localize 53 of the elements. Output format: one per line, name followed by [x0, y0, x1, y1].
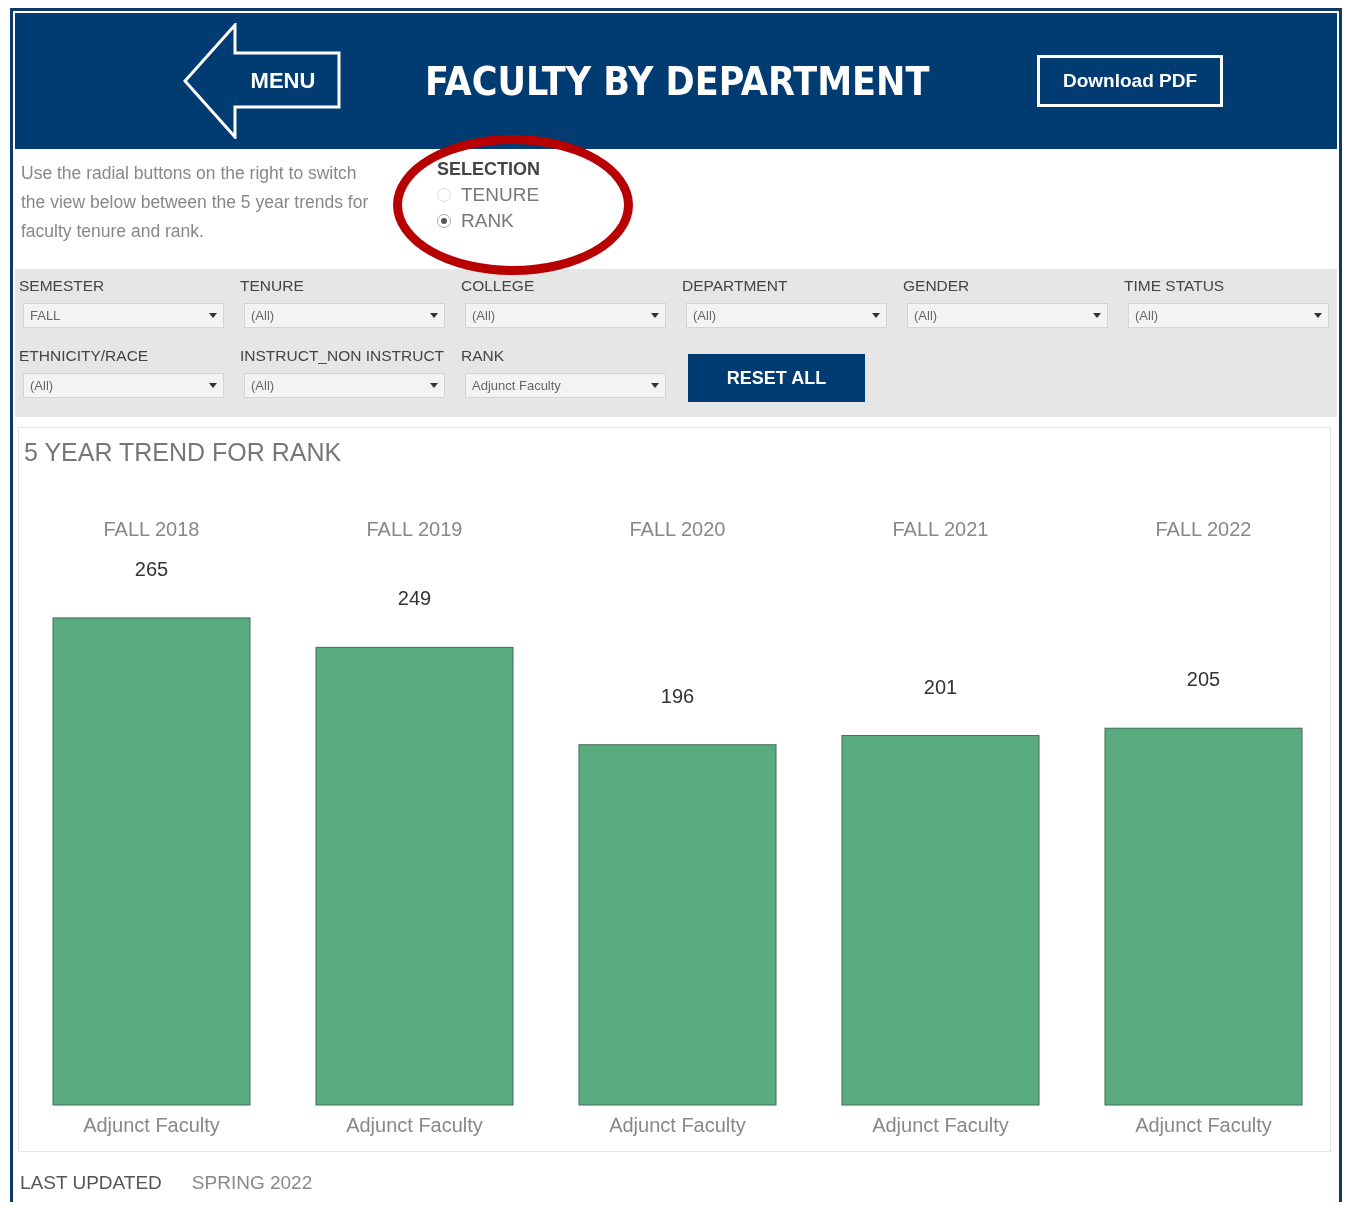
filter-label: SEMESTER — [19, 277, 106, 295]
filter-label: INSTRUCT_NON INSTRUCT — [240, 347, 446, 365]
caret-icon — [651, 383, 659, 388]
value-label: 205 — [1186, 668, 1221, 691]
year-label: FALL 2019 — [366, 518, 463, 540]
radio-option[interactable]: TENURE — [437, 184, 540, 206]
caret-icon — [209, 313, 217, 318]
download-pdf-button[interactable]: Download PDF — [1037, 55, 1223, 107]
filter-dropdown[interactable]: (All) — [907, 303, 1108, 328]
filter-label: ETHNICITY/RACE — [19, 347, 150, 365]
caret-icon — [1093, 313, 1101, 318]
filter-dropdown[interactable]: (All) — [23, 373, 224, 398]
value-label: 201 — [923, 675, 958, 698]
chart-title: 5 YEAR TREND FOR RANK — [24, 438, 343, 468]
page-title: FACULTY BY DEPARTMENT — [425, 58, 930, 104]
last-updated-value: SPRING 2022 — [191, 1172, 313, 1194]
bar-label: Adjunct Faculty — [1135, 1114, 1272, 1136]
filter-dropdown[interactable]: Adjunct Faculty — [465, 373, 666, 398]
value-label: 249 — [397, 587, 432, 610]
filter-label: TIME STATUS — [1124, 277, 1226, 295]
value-label: 265 — [134, 557, 169, 580]
filter-dropdown[interactable]: (All) — [686, 303, 887, 328]
caret-icon — [1314, 313, 1322, 318]
filter-dropdown[interactable]: (All) — [244, 373, 445, 398]
caret-icon — [651, 313, 659, 318]
year-label: FALL 2018 — [103, 518, 200, 540]
bar-label: Adjunct Faculty — [83, 1114, 220, 1136]
filter-dropdown[interactable]: (All) — [1128, 303, 1329, 328]
filter-dropdown[interactable]: (All) — [465, 303, 666, 328]
filter-label: RANK — [461, 347, 506, 365]
bar-label: Adjunct Faculty — [872, 1114, 1009, 1136]
year-label: FALL 2020 — [629, 518, 726, 540]
caret-icon — [430, 383, 438, 388]
year-label: FALL 2021 — [892, 518, 989, 540]
menu-button[interactable]: MENU — [183, 23, 343, 139]
bar-label: Adjunct Faculty — [609, 1114, 746, 1136]
filter-label: GENDER — [903, 277, 971, 295]
caret-icon — [430, 313, 438, 318]
bar-label: Adjunct Faculty — [346, 1114, 483, 1136]
instruction-text: Use the radial buttons on the right to switch the view below between the 5 year trends for faculty tenure and rank. — [21, 162, 370, 243]
last-updated-label: LAST UPDATED — [20, 1172, 162, 1194]
reset-all-button[interactable]: RESET ALL — [688, 354, 865, 402]
radio-option[interactable]: RANK — [437, 210, 540, 232]
filter-dropdown[interactable]: FALL — [23, 303, 224, 328]
filter-label: COLLEGE — [461, 277, 536, 295]
caret-icon — [209, 383, 217, 388]
filter-label: DEPARTMENT — [682, 277, 789, 295]
year-label: FALL 2022 — [1155, 518, 1252, 540]
caret-icon — [872, 313, 880, 318]
value-label: 196 — [660, 684, 695, 707]
selection-label: SELECTION — [437, 159, 540, 180]
filter-dropdown[interactable]: (All) — [244, 303, 445, 328]
filter-label: TENURE — [240, 277, 305, 295]
